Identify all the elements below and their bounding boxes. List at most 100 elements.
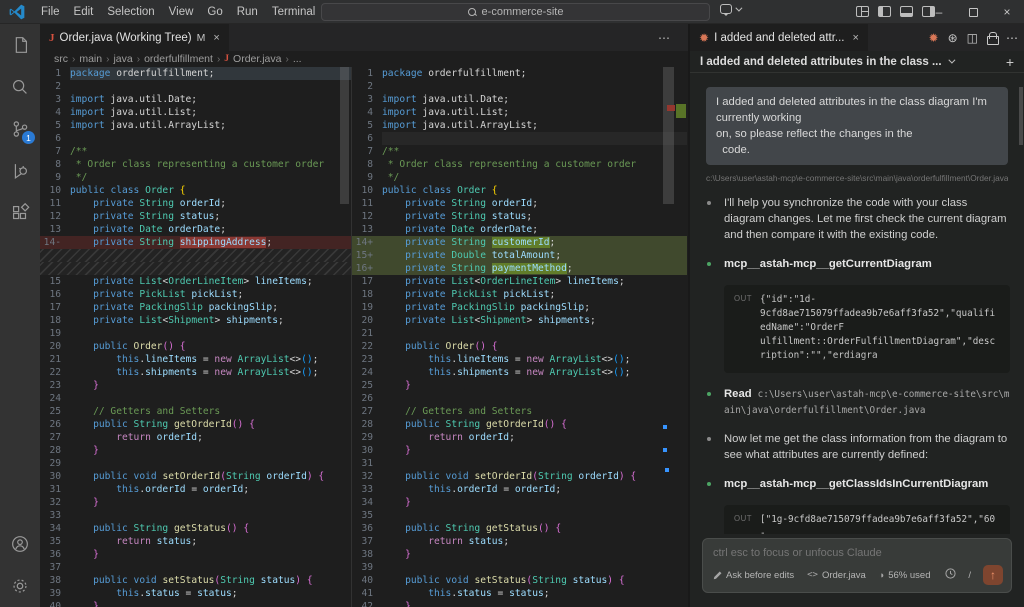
customize-layout-icon[interactable] xyxy=(856,6,869,17)
diff-original-pane[interactable]: 1package orderfulfillment;23import java.… xyxy=(40,67,352,607)
tool-io-block[interactable]: OUT{"id":"1d- 9cfd8ae715079ffadea9b7e6af… xyxy=(724,285,1010,373)
breadcrumb-item-file[interactable]: Order.java xyxy=(233,53,281,65)
menu-file[interactable]: File xyxy=(34,0,67,24)
knot-icon[interactable]: ⊛ xyxy=(948,31,958,45)
claude-extension-icon[interactable]: ✹ xyxy=(929,32,939,44)
line-number: 21 xyxy=(352,327,382,340)
line-number: 34 xyxy=(352,496,382,509)
code-line: 7/** xyxy=(40,145,351,158)
bullet-dot-icon xyxy=(707,437,711,441)
code-line: 8 * Order class representing a customer … xyxy=(40,158,351,171)
code-line: 36 public String getStatus() { xyxy=(352,522,687,535)
line-number: 7 xyxy=(40,145,70,158)
line-number: 39 xyxy=(352,561,382,574)
minimize-button[interactable]: – xyxy=(922,0,956,24)
code-line: 27 // Getters and Setters xyxy=(352,405,687,418)
menu-selection[interactable]: Selection xyxy=(100,0,161,24)
new-chat-button[interactable]: + xyxy=(1006,54,1014,70)
code-line: 37 return status; xyxy=(352,535,687,548)
chat-session-title: I added and deleted attributes in the cl… xyxy=(700,56,942,68)
slash-commands-button[interactable]: / xyxy=(968,570,971,581)
line-number: 6 xyxy=(352,132,382,145)
breadcrumb-separator-icon: › xyxy=(285,54,288,65)
menu-edit[interactable]: Edit xyxy=(67,0,101,24)
chat-scrollbar-thumb[interactable] xyxy=(1019,87,1023,145)
breadcrumb-item-java[interactable]: java xyxy=(113,53,132,65)
bullet-dot-icon xyxy=(707,392,711,396)
line-number: 30 xyxy=(352,444,382,457)
breadcrumb-item-main[interactable]: main xyxy=(79,53,102,65)
code-line: 39 xyxy=(352,561,687,574)
code-line: 9 */ xyxy=(40,171,351,184)
diff-modified-pane[interactable]: 1package orderfulfillment;23import java.… xyxy=(352,67,687,607)
user-message: I added and deleted attributes in the cl… xyxy=(706,87,1008,165)
code-line: 13 private Date orderDate; xyxy=(352,223,687,236)
assistant-text-item: Now let me get the class information fro… xyxy=(704,431,1010,463)
code-line: 37 xyxy=(40,561,351,574)
code-line: 12 private String status; xyxy=(40,210,351,223)
tool-name: mcp__astah-mcp__getCurrentDiagram xyxy=(724,256,1010,272)
chat-session-header[interactable]: I added and deleted attributes in the cl… xyxy=(690,51,1024,73)
code-line: 39 this.status = status; xyxy=(40,587,351,600)
close-window-button[interactable]: × xyxy=(990,0,1024,24)
line-number: 37 xyxy=(352,535,382,548)
title-bar: FileEditSelectionViewGoRunTerminalHelp ←… xyxy=(0,0,1024,24)
context-file-chip[interactable]: <> Order.java xyxy=(807,570,866,581)
code-line: 2 xyxy=(352,80,687,93)
chat-input[interactable] xyxy=(703,539,1011,561)
edit-mode-label: Ask before edits xyxy=(726,570,794,581)
source-control-icon[interactable]: 1 xyxy=(0,108,40,150)
claude-icon: ✹ xyxy=(699,32,709,44)
history-clock-icon[interactable] xyxy=(945,568,956,582)
menu-terminal[interactable]: Terminal xyxy=(265,0,322,24)
code-line: 9 */ xyxy=(352,171,687,184)
breadcrumb-separator-icon: › xyxy=(217,54,220,65)
right-scrollbar-thumb[interactable] xyxy=(663,67,674,204)
tab-order-java[interactable]: J Order.java (Working Tree) M × xyxy=(40,24,229,51)
send-button[interactable]: ↑ xyxy=(983,565,1003,585)
line-number: 19 xyxy=(352,301,382,314)
close-tab-icon[interactable]: × xyxy=(213,32,219,44)
settings-gear-icon[interactable] xyxy=(0,565,40,607)
restore-button[interactable] xyxy=(956,0,990,24)
breadcrumb[interactable]: src›main›java›orderfulfillment›JOrder.ja… xyxy=(40,51,688,67)
line-number: 37 xyxy=(40,561,70,574)
code-line: 32 public void setOrderId(String orderId… xyxy=(352,470,687,483)
tool-io-block[interactable]: OUT["1g-9cfd8ae715079ffadea9b7e6aff3fa52… xyxy=(724,505,1010,534)
claude-more-actions-icon[interactable]: ⋯ xyxy=(1006,31,1018,45)
breadcrumb-item-symbol[interactable]: ... xyxy=(293,53,302,65)
tab-claude-chat[interactable]: ✹ I added and deleted attr... × xyxy=(690,24,868,51)
bullet-dot-icon xyxy=(707,482,711,486)
search-sidebar-icon[interactable] xyxy=(0,66,40,108)
line-number: 3 xyxy=(352,93,382,106)
code-line: 28 } xyxy=(40,444,351,457)
editor-more-actions-icon[interactable]: ⋯ xyxy=(658,24,670,51)
chevron-down-icon xyxy=(735,4,742,11)
copilot-chat-button[interactable] xyxy=(720,4,740,14)
code-line: 5import java.util.ArrayList; xyxy=(40,119,351,132)
command-center-search[interactable]: e-commerce-site xyxy=(321,3,710,21)
java-file-icon: J xyxy=(224,54,229,64)
run-debug-icon[interactable] xyxy=(0,150,40,192)
split-editor-icon[interactable]: ◫ xyxy=(967,31,978,45)
code-line: 7/** xyxy=(352,145,687,158)
assistant-text: I'll help you synchronize the code with … xyxy=(724,195,1010,243)
left-scrollbar-thumb[interactable] xyxy=(340,67,349,204)
code-line: 16+ private String paymentMethod; xyxy=(352,262,687,275)
menu-view[interactable]: View xyxy=(162,0,201,24)
extensions-icon[interactable] xyxy=(0,192,40,234)
account-icon[interactable] xyxy=(0,523,40,565)
chat-thread: I added and deleted attributes in the cl… xyxy=(690,73,1024,534)
toggle-sidebar-icon[interactable] xyxy=(878,6,891,17)
breadcrumb-item-src[interactable]: src xyxy=(54,53,68,65)
breadcrumb-item-orderfulfillment[interactable]: orderfulfillment xyxy=(144,53,213,65)
menu-run[interactable]: Run xyxy=(230,0,265,24)
toggle-panel-icon[interactable] xyxy=(900,6,913,17)
close-claude-tab-icon[interactable]: × xyxy=(853,32,859,44)
menu-go[interactable]: Go xyxy=(200,0,229,24)
lock-icon[interactable] xyxy=(987,32,997,43)
edit-mode-selector[interactable]: Ask before edits xyxy=(713,570,794,581)
line-number: 42 xyxy=(352,600,382,607)
code-line: 31 xyxy=(352,457,687,470)
explorer-icon[interactable] xyxy=(0,24,40,66)
